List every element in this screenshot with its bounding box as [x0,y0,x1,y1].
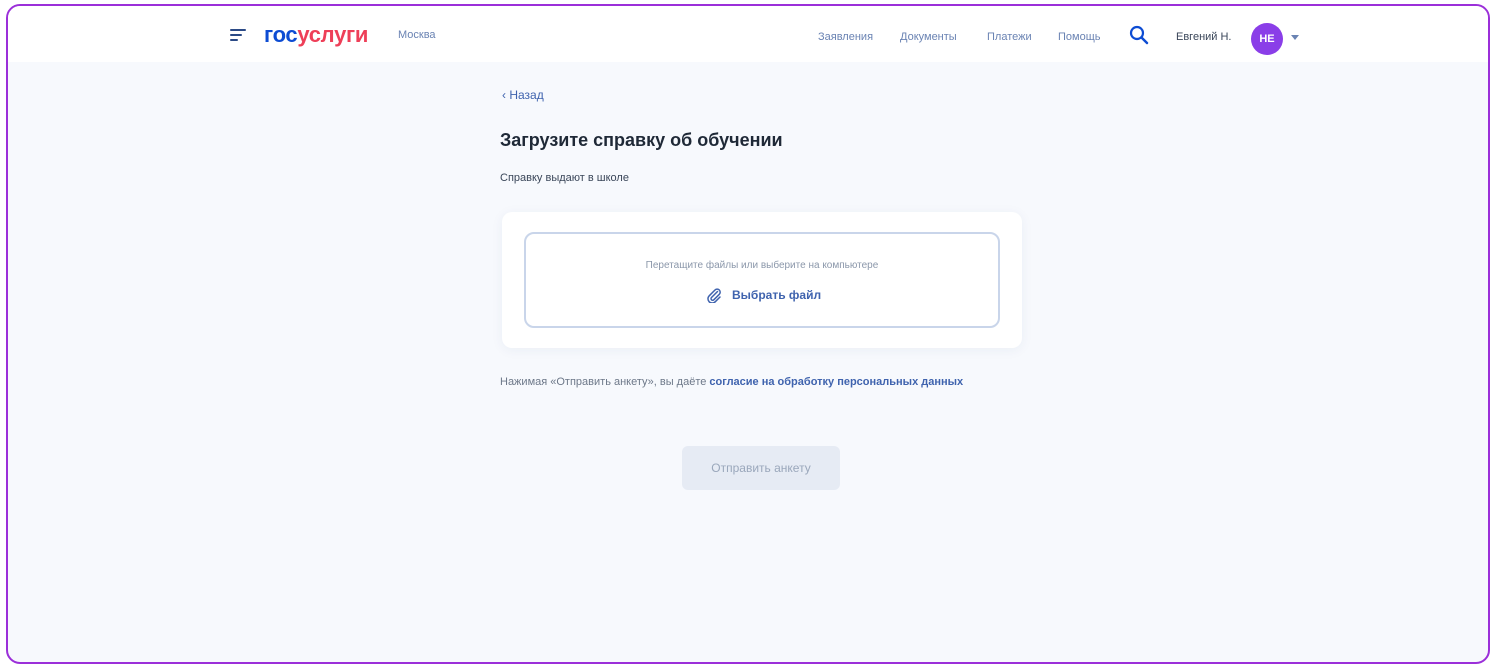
submit-form-button[interactable]: Отправить анкету [682,446,840,490]
upload-card: Перетащите файлы или выберите на компьют… [502,212,1022,348]
avatar[interactable]: НЕ [1251,23,1283,55]
dropzone-hint: Перетащите файлы или выберите на компьют… [645,260,879,271]
choose-file-button[interactable]: Выбрать файл [706,286,821,304]
nav-link-documents[interactable]: Документы [900,31,957,43]
menu-icon[interactable] [230,29,246,41]
page-title: Загрузите справку об обучении [500,130,783,150]
nav-link-help[interactable]: Помощь [1058,31,1101,43]
logo-part-uslugi: услуги [297,22,369,47]
nav-link-payments[interactable]: Платежи [987,31,1032,43]
city-selector[interactable]: Москва [398,29,436,41]
page-subtitle: Справку выдают в школе [500,172,629,184]
consent-notice: Нажимая «Отправить анкету», вы даёте сог… [500,372,1020,393]
consent-link[interactable]: согласие на обработку персональных данны… [709,376,963,388]
logo-part-gos: гос [264,22,298,47]
choose-file-label: Выбрать файл [732,288,822,302]
back-label: Назад [509,88,544,102]
nav-link-applications[interactable]: Заявления [818,31,873,43]
top-header: госуслуги Москва Заявления Документы Пла… [8,6,1488,62]
gosuslugi-logo[interactable]: госуслуги [264,22,368,48]
file-dropzone[interactable]: Перетащите файлы или выберите на компьют… [524,232,1000,328]
app-frame: госуслуги Москва Заявления Документы Пла… [6,4,1490,664]
user-name[interactable]: Евгений Н. [1176,31,1232,43]
search-icon[interactable] [1128,24,1150,46]
consent-text: Нажимая «Отправить анкету», вы даёте [500,376,710,388]
paperclip-icon [707,288,721,303]
chevron-down-icon[interactable] [1291,35,1299,40]
back-link[interactable]: ‹ Назад [502,88,544,102]
